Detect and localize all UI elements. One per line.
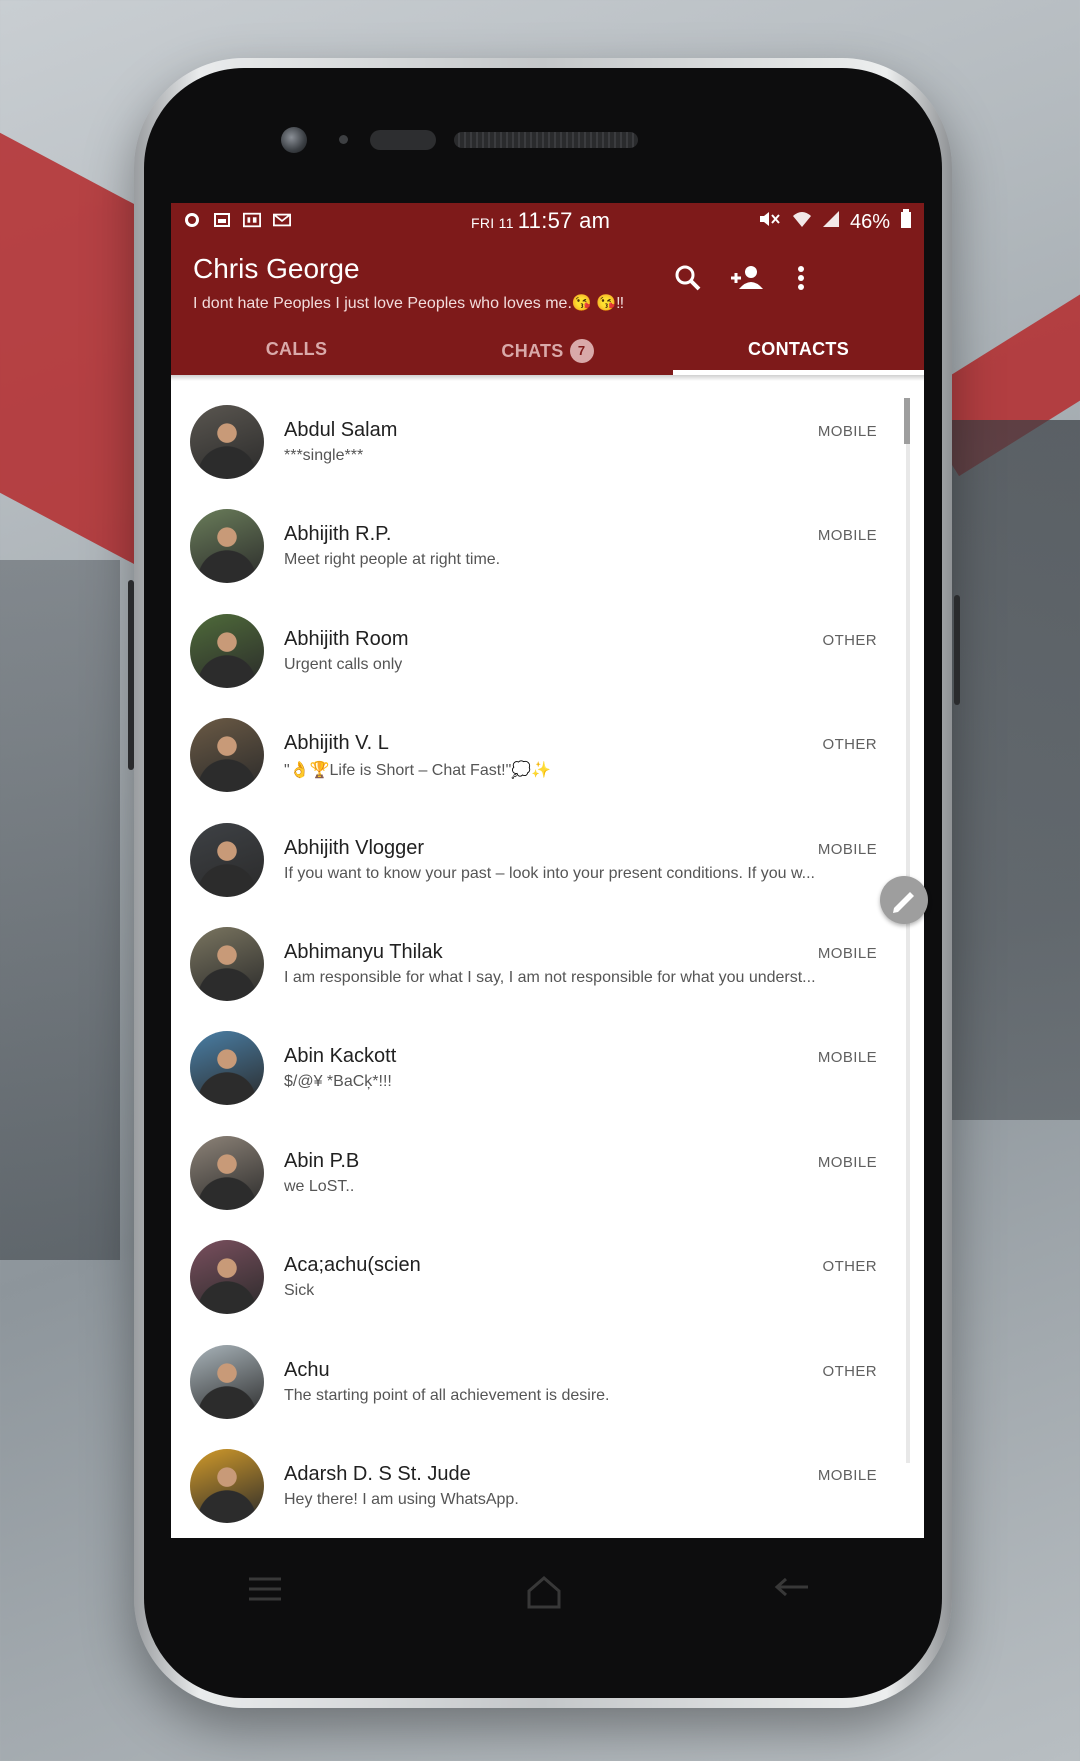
mute-icon [758, 210, 782, 234]
avatar[interactable] [190, 509, 264, 584]
avatar[interactable] [190, 1344, 264, 1419]
earpiece [370, 130, 436, 150]
tab-bar: CALLS CHATS 7 CONTACTS [171, 327, 924, 375]
battery-icon [900, 209, 912, 235]
contact-row[interactable]: Abhijith Room Urgent calls only OTHER [171, 590, 924, 694]
avatar[interactable] [190, 926, 264, 1001]
contact-row[interactable]: Abhijith Vlogger If you want to know your… [171, 799, 924, 903]
contact-row[interactable]: Aca;achu(scien Sick OTHER [171, 1216, 924, 1320]
avatar[interactable] [190, 1448, 264, 1523]
contact-type: OTHER [822, 1362, 877, 1380]
contact-name: Abin P.B [284, 1149, 360, 1172]
unread-badge: 7 [569, 339, 594, 363]
scrollbar-thumb[interactable] [904, 398, 910, 444]
app-bar: Chris George I dont hate Peoples I just … [171, 239, 924, 375]
background-figure-left [0, 560, 120, 1260]
avatar[interactable] [190, 1031, 264, 1106]
status-clock: FRI 11 11:57 am [471, 208, 610, 234]
photo-icon [213, 211, 231, 229]
status-time: 11:57 am [517, 208, 611, 233]
contact-list: Abdul Salam ***single*** MOBILE Abhijith R.… [171, 381, 924, 1529]
proximity-sensor [339, 135, 348, 144]
contact-type: MOBILE [817, 944, 877, 962]
contact-status: ***single*** [284, 447, 364, 464]
contact-type: MOBILE [817, 423, 877, 440]
front-camera [281, 127, 307, 153]
home-nav-icon[interactable] [526, 1575, 562, 1614]
menu-nav-icon[interactable] [247, 1575, 283, 1608]
pencil-icon [893, 892, 914, 913]
contact-row[interactable]: Abhimanyu Thilak I am responsible for wha… [171, 903, 924, 1007]
contact-name: Adarsh D. S St. Jude [284, 1462, 471, 1485]
contact-status: Hey there! I am using WhatsApp. [284, 1490, 519, 1508]
contact-name: Abdul Salam [284, 419, 398, 441]
contact-status: Meet right people at right time. [284, 551, 501, 569]
contact-name: Achu [284, 1358, 330, 1381]
4g-lte-icon [243, 211, 261, 229]
contact-type: OTHER [822, 631, 877, 649]
battery-percent: 46% [849, 210, 890, 233]
contact-row[interactable]: Abhijith V. L "👌🏆Life is Short – Chat Fas… [171, 694, 924, 798]
scrollbar-track[interactable] [906, 398, 910, 1463]
tab-contacts[interactable]: CONTACTS [673, 327, 924, 375]
new-chat-fab[interactable] [880, 876, 928, 924]
status-bar: FRI 11 11:57 am 46% [171, 203, 924, 239]
background-figure [940, 420, 1080, 1120]
tab-chats[interactable]: CHATS 7 [422, 327, 673, 375]
contact-status: If you want to know your past – look int… [284, 864, 815, 882]
contact-name: Abin Kackott [284, 1045, 397, 1068]
contact-name: Abhijith V. L [284, 732, 389, 755]
tab-calls-label: CALLS [265, 339, 328, 359]
tab-calls[interactable]: CALLS [171, 327, 422, 375]
avatar[interactable] [190, 613, 264, 688]
contact-status: "👌🏆Life is Short – Chat Fast!"💭✨ [284, 762, 552, 780]
speaker-grill [454, 132, 638, 148]
profile-status[interactable]: I dont hate Peoples I just love Peoples … [193, 293, 624, 313]
tab-chats-label: CHATS [501, 341, 564, 361]
contact-type: MOBILE [817, 840, 877, 858]
avatar[interactable] [190, 718, 264, 793]
avatar[interactable] [190, 822, 264, 897]
contact-row[interactable]: Abin Kackott $/@¥ *BaCķ*!!! MOBILE [171, 1007, 924, 1111]
contact-row[interactable]: Abhijith R.P. Meet right people at right … [171, 485, 924, 589]
status-day: FRI 11 [471, 215, 514, 231]
whatsapp-icon [183, 211, 201, 229]
contact-type: MOBILE [817, 1466, 877, 1484]
contact-status: Sick [284, 1282, 315, 1300]
tab-contacts-label: CONTACTS [747, 339, 850, 359]
contact-row[interactable]: Abin P.B we LoST.. MOBILE [171, 1112, 924, 1216]
volume-button [128, 580, 134, 770]
contact-status: Urgent calls only [284, 655, 403, 673]
contact-name: Abhimanyu Thilak [284, 940, 443, 963]
avatar[interactable] [190, 1135, 264, 1210]
contact-row[interactable]: Abdul Salam ***single*** MOBILE [171, 381, 924, 485]
back-nav-icon[interactable] [774, 1575, 812, 1608]
power-button [954, 595, 960, 705]
contact-status: we LoST.. [284, 1177, 355, 1195]
contact-status: The starting point of all achievement is… [284, 1386, 610, 1404]
contact-type: MOBILE [817, 1153, 877, 1171]
contact-type: MOBILE [817, 1049, 877, 1067]
contact-type: MOBILE [817, 527, 877, 545]
contact-row[interactable]: Adarsh D. S St. Jude Hey there! I am usin… [171, 1425, 924, 1529]
avatar[interactable] [190, 405, 264, 479]
contact-name: Abhijith Room [284, 627, 409, 650]
contact-row[interactable]: Achu The starting point of all achievemen… [171, 1321, 924, 1425]
add-contact-icon[interactable] [727, 261, 763, 295]
search-icon[interactable] [671, 261, 705, 295]
contact-name: Abhijith Vlogger [284, 836, 425, 859]
avatar[interactable] [190, 1240, 264, 1315]
contact-type: OTHER [822, 736, 877, 754]
mail-icon [273, 211, 291, 229]
app-screen: FRI 11 11:57 am 46% Chris George I dont h… [171, 203, 924, 1538]
more-vert-icon[interactable] [791, 261, 811, 295]
contact-status: $/@¥ *BaCķ*!!! [284, 1073, 392, 1091]
signal-icon [822, 210, 840, 234]
contact-status: I am responsible for what I say, I am no… [284, 968, 816, 986]
contact-name: Aca;achu(scien [284, 1254, 421, 1277]
contact-type: OTHER [822, 1258, 877, 1276]
wifi-icon [792, 210, 812, 234]
contact-name: Abhijith R.P. [284, 523, 392, 546]
profile-name[interactable]: Chris George [193, 253, 360, 285]
